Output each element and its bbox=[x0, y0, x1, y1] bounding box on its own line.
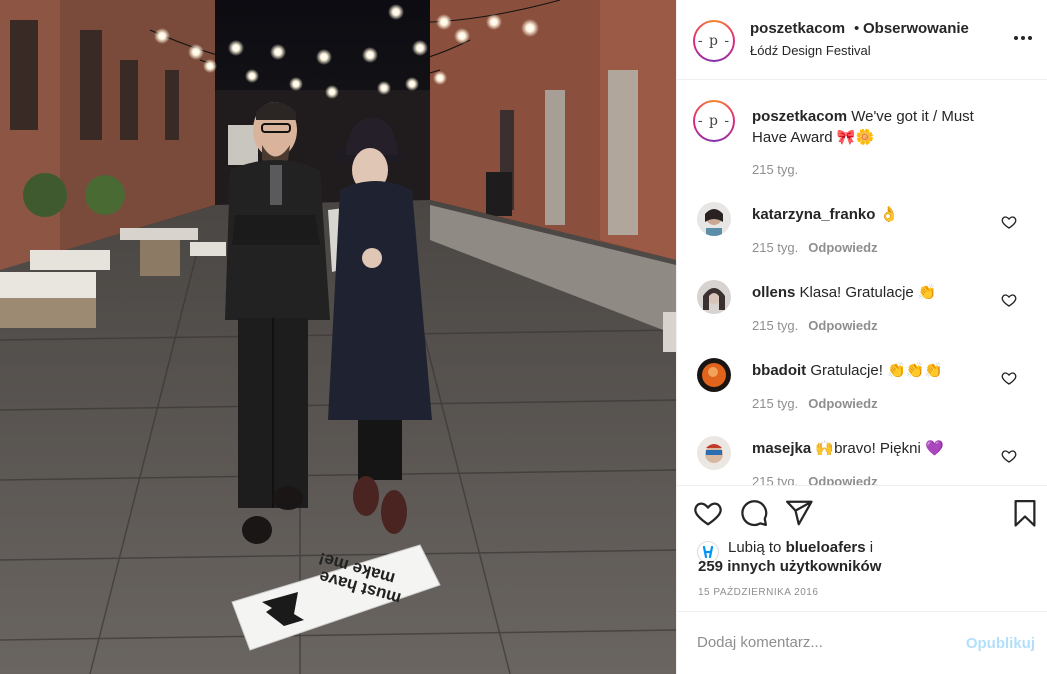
comment-text: katarzyna_franko 👌 bbox=[752, 204, 1007, 225]
reply-button[interactable]: Odpowiedz bbox=[808, 396, 877, 411]
comment-input[interactable] bbox=[697, 634, 947, 651]
comment-meta: 215 tyg. Odpowiedz bbox=[752, 318, 878, 333]
comment-username[interactable]: masejka bbox=[752, 440, 811, 457]
comments-list[interactable]: - p - poszetkacom We've got it / Must Ha… bbox=[677, 80, 1047, 485]
comment-text: bbadoit Gratulacje! 👏👏👏 bbox=[752, 360, 1007, 381]
more-icon-dot bbox=[1028, 36, 1032, 40]
avatar-mark: - p - bbox=[697, 113, 731, 129]
comment-body: Gratulacje! 👏👏👏 bbox=[810, 362, 944, 379]
comment-like-heart-icon[interactable] bbox=[1001, 370, 1017, 386]
more-icon-dot bbox=[1021, 36, 1025, 40]
commenter-avatar[interactable] bbox=[697, 280, 731, 314]
caption-time: 215 tyg. bbox=[752, 162, 798, 177]
comment-icon[interactable] bbox=[739, 498, 769, 528]
reply-button[interactable]: Odpowiedz bbox=[808, 318, 877, 333]
heart-icon[interactable] bbox=[693, 498, 723, 528]
likes-prefix: Lubią to bbox=[728, 539, 782, 556]
post-comment-button[interactable]: Opublikuj bbox=[966, 635, 1035, 652]
likes-suffix: i bbox=[869, 539, 874, 556]
author-username[interactable]: poszetkacom bbox=[750, 20, 845, 37]
post-actions: Lubią to blueloafers i 259 innych użytko… bbox=[677, 485, 1047, 610]
caption-timestamp[interactable]: 215 tyg. bbox=[752, 162, 798, 177]
post-location[interactable]: Łódź Design Festival bbox=[750, 43, 871, 58]
comment-meta: 215 tyg. Odpowiedz bbox=[752, 240, 878, 255]
comment-body: 🙌bravo! Piękni 💜 bbox=[815, 440, 944, 457]
share-icon[interactable] bbox=[784, 498, 814, 528]
more-options-button[interactable] bbox=[1011, 26, 1035, 50]
commenter-avatar[interactable] bbox=[697, 436, 731, 470]
comment-time[interactable]: 215 tyg. bbox=[752, 240, 798, 255]
liker-username[interactable]: blueloafers bbox=[786, 539, 866, 556]
comment-time[interactable]: 215 tyg. bbox=[752, 474, 798, 485]
caption-avatar[interactable]: - p - bbox=[693, 100, 735, 142]
comment-body: 👌 bbox=[879, 206, 899, 223]
comment-meta: 215 tyg. Odpowiedz bbox=[752, 474, 878, 485]
comment-text: masejka 🙌bravo! Piękni 💜 bbox=[752, 438, 1007, 459]
avatar-mark: - p - bbox=[697, 33, 731, 49]
caption-text: poszetkacom We've got it / Must Have Awa… bbox=[752, 106, 1007, 148]
reply-button[interactable]: Odpowiedz bbox=[808, 240, 877, 255]
author-avatar[interactable]: - p - bbox=[693, 20, 735, 62]
comment-meta: 215 tyg. Odpowiedz bbox=[752, 396, 878, 411]
likes-others[interactable]: 259 innych użytkowników bbox=[698, 558, 881, 575]
comment-time[interactable]: 215 tyg. bbox=[752, 318, 798, 333]
reply-button[interactable]: Odpowiedz bbox=[808, 474, 877, 485]
comment-text: ollens Klasa! Gratulacje 👏 bbox=[752, 282, 1007, 303]
post-photo-scene: must have make me! bbox=[0, 0, 676, 674]
separator-dot: • bbox=[854, 20, 860, 37]
post-photo[interactable]: must have make me! bbox=[0, 0, 676, 674]
comment-like-heart-icon[interactable] bbox=[1001, 292, 1017, 308]
commenter-avatar[interactable] bbox=[697, 202, 731, 236]
bookmark-icon[interactable] bbox=[1010, 498, 1040, 528]
comment-username[interactable]: ollens bbox=[752, 284, 795, 301]
likes-line: Lubią to blueloafers i bbox=[728, 539, 873, 556]
add-comment-bar: Opublikuj bbox=[677, 611, 1047, 674]
post-header: - p - poszetkacom • Obserwowanie Łódź De… bbox=[677, 0, 1047, 80]
more-icon bbox=[1014, 36, 1018, 40]
comment-body: Klasa! Gratulacje 👏 bbox=[799, 284, 937, 301]
post-date[interactable]: 15 PAŹDZIERNIKA 2016 bbox=[698, 587, 818, 598]
comment-username[interactable]: bbadoit bbox=[752, 362, 806, 379]
comment-like-heart-icon[interactable] bbox=[1001, 448, 1017, 464]
following-button[interactable]: Obserwowanie bbox=[863, 20, 969, 37]
caption-username[interactable]: poszetkacom bbox=[752, 108, 847, 125]
post-side-panel: - p - poszetkacom • Obserwowanie Łódź De… bbox=[676, 0, 1047, 674]
comment-username[interactable]: katarzyna_franko bbox=[752, 206, 875, 223]
comment-like-heart-icon[interactable] bbox=[1001, 214, 1017, 230]
commenter-avatar[interactable] bbox=[697, 358, 731, 392]
comment-time[interactable]: 215 tyg. bbox=[752, 396, 798, 411]
